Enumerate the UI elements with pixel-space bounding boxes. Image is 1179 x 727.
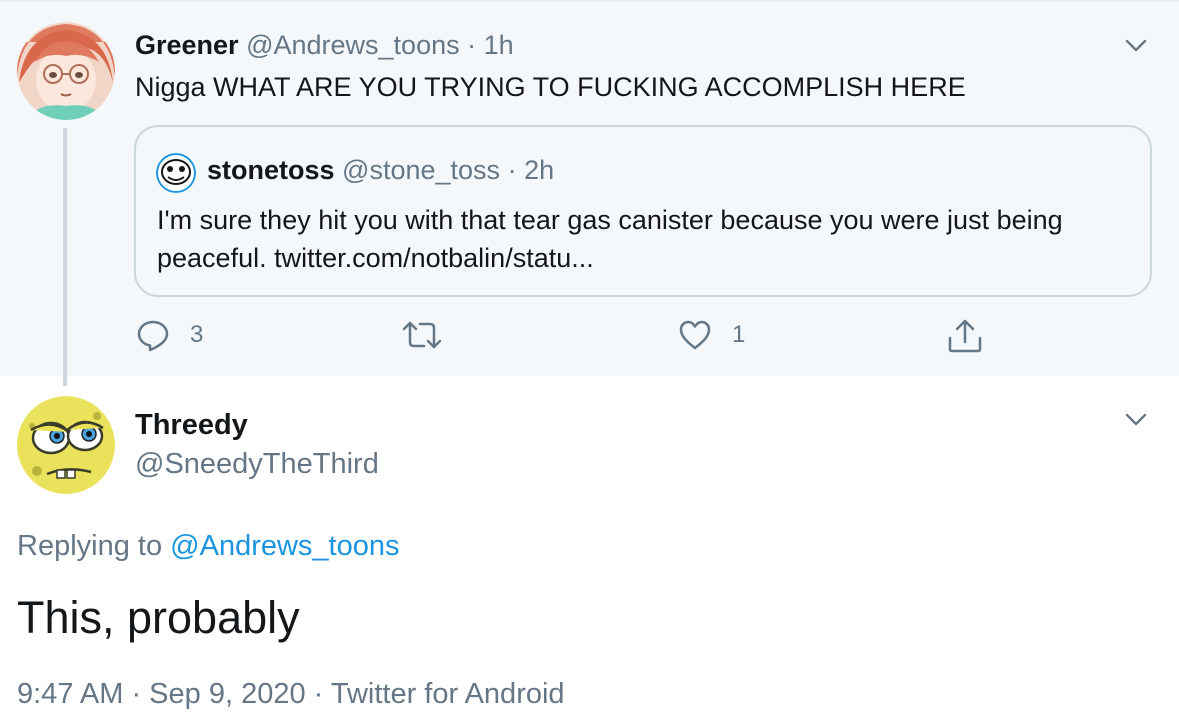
tweet-timestamp-source[interactable]: 9:47 AM · Sep 9, 2020 · Twitter for Andr… (17, 675, 565, 713)
quoted-tweet-time: 2h (524, 155, 555, 185)
reply-button[interactable]: 3 (136, 318, 203, 352)
reply-author-name[interactable]: Threedy (135, 406, 248, 444)
avatar[interactable] (17, 22, 115, 120)
quoted-tweet-header: stonetoss @stone_toss · 2h (207, 153, 554, 187)
reply-author-handle[interactable]: @SneedyTheThird (135, 445, 379, 483)
tweet-text: Nigga WHAT ARE YOU TRYING TO FUCKING ACC… (135, 72, 966, 102)
like-button[interactable]: 1 (678, 318, 745, 352)
avatar (156, 153, 196, 193)
retweet-button[interactable] (400, 318, 464, 352)
like-count: 1 (732, 321, 746, 348)
quoted-tweet-text: I'm sure they hit you with that tear gas… (157, 205, 1063, 273)
retweet-icon (400, 318, 444, 352)
replying-to-link[interactable]: @Andrews_toons (170, 530, 399, 562)
parent-tweet-header: Greener @Andrews_toons · 1h (135, 28, 514, 62)
tweet-actions: 3 1 (0, 318, 1179, 358)
avatar[interactable] (17, 396, 115, 494)
reply-icon (136, 318, 170, 352)
replying-to-label: Replying to (17, 530, 163, 562)
replying-to-line: Replying to @Andrews_toons (17, 527, 400, 565)
chevron-down-icon[interactable] (1121, 30, 1151, 60)
share-icon (946, 318, 984, 354)
separator-dot: · (507, 155, 517, 185)
quoted-tweet-card[interactable]: stonetoss @stone_toss · 2h I'm sure they… (134, 125, 1152, 297)
author-handle[interactable]: @Andrews_toons (246, 30, 460, 60)
quoted-author-handle: @stone_toss (342, 155, 501, 185)
tweet-time[interactable]: 1h (484, 30, 514, 60)
separator-dot: · (467, 30, 477, 60)
heart-icon (678, 318, 712, 352)
share-button[interactable] (946, 318, 984, 354)
author-name[interactable]: Greener (135, 30, 239, 60)
reply-count: 3 (190, 321, 204, 348)
reply-tweet-text: This, probably (17, 592, 300, 643)
chevron-down-icon[interactable] (1121, 404, 1151, 434)
quoted-author-name: stonetoss (207, 155, 335, 185)
